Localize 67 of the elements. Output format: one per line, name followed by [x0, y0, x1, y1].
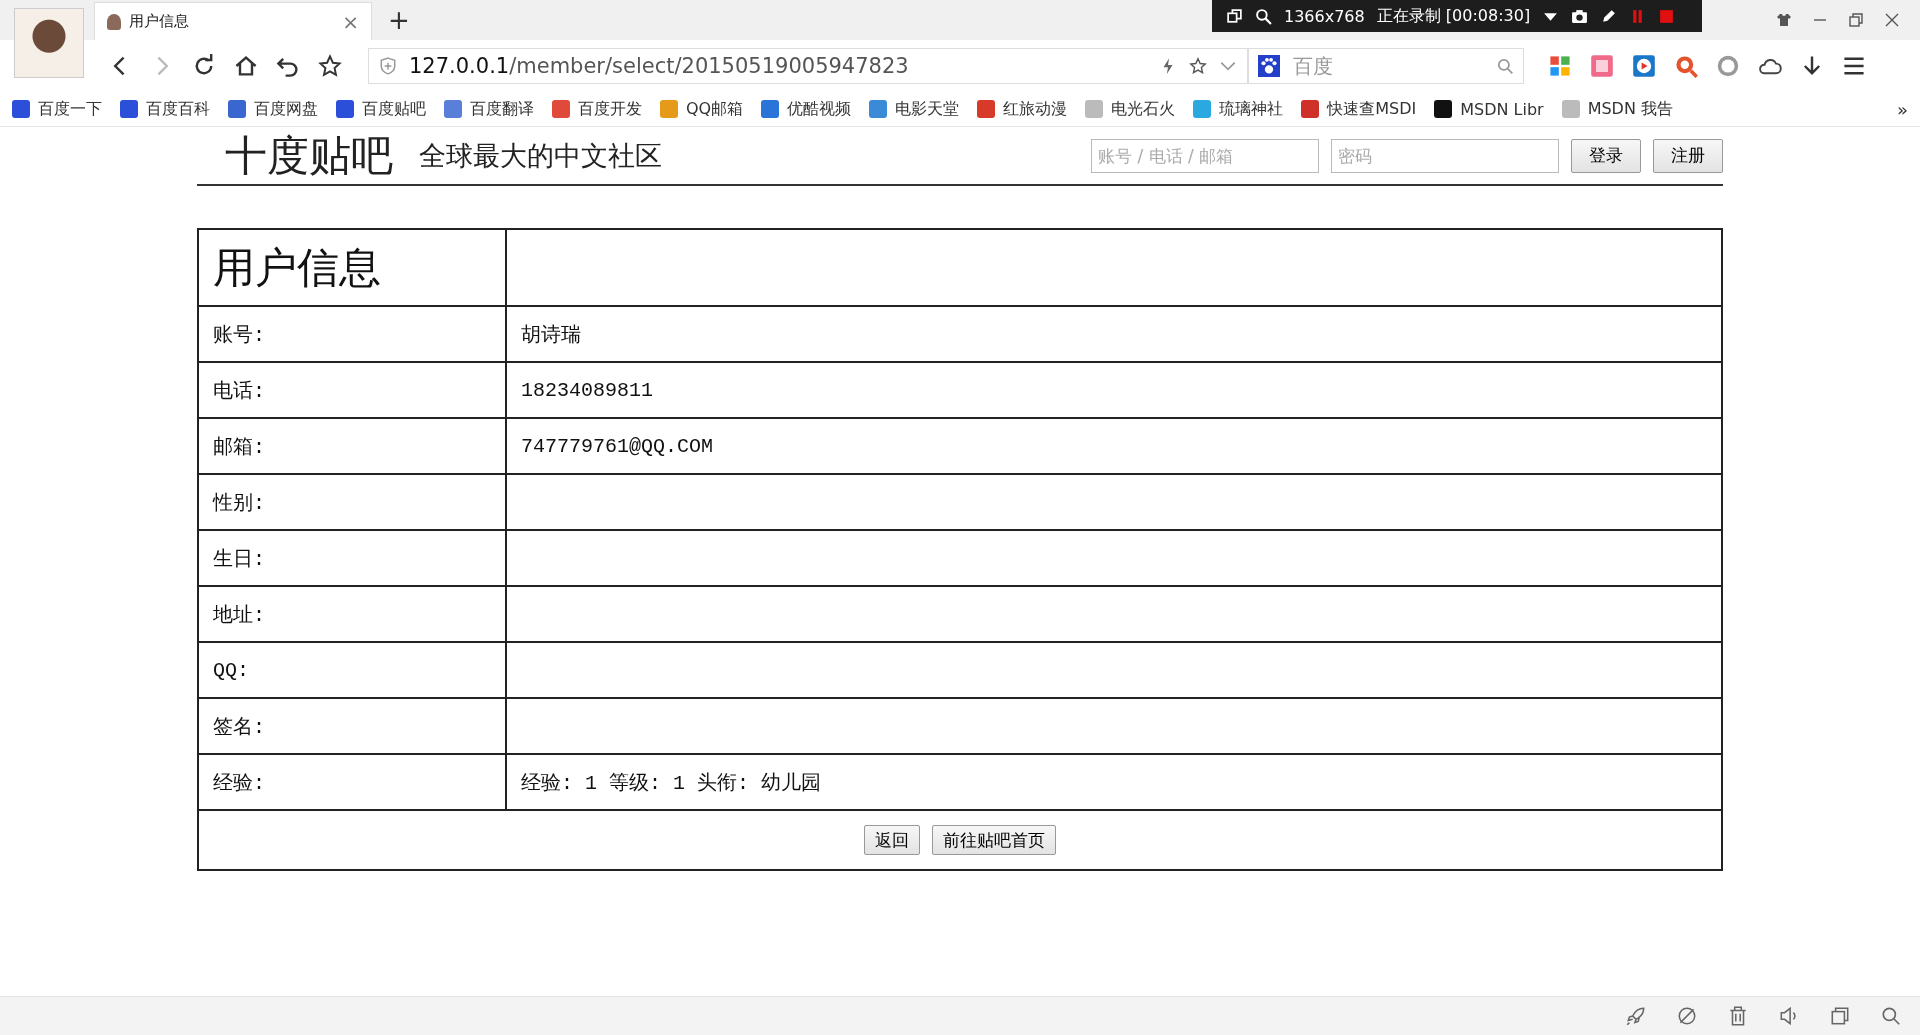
address-bar[interactable]: 127.0.0.1/member/select/20150519005947823: [368, 48, 1248, 84]
bookmark-link[interactable]: 电光石火: [1085, 98, 1176, 120]
field-label: 签名:: [198, 698, 506, 754]
login-button[interactable]: 登录: [1571, 138, 1641, 173]
restore-icon[interactable]: [1848, 12, 1864, 28]
user-avatar-icon[interactable]: [14, 8, 84, 78]
field-label: 电话:: [198, 362, 506, 418]
rocket-icon[interactable]: [1625, 1005, 1647, 1027]
trash-icon[interactable]: [1727, 1005, 1749, 1027]
recording-resolution: 1366x768: [1284, 6, 1365, 26]
bookmark-link[interactable]: 百度百科: [120, 98, 210, 120]
field-label: QQ:: [198, 642, 506, 698]
profile-title: 用户信息: [213, 242, 381, 292]
new-tab-button[interactable]: +: [388, 5, 410, 35]
shield-icon: [379, 57, 397, 75]
field-label: 性别:: [198, 474, 506, 530]
more-bookmarks-button[interactable]: »: [1897, 98, 1908, 120]
circle-icon[interactable]: [1716, 54, 1740, 78]
password-field[interactable]: 密码: [1331, 138, 1559, 173]
bookmark-link[interactable]: QQ邮箱: [660, 98, 744, 120]
field-value: 胡诗瑞: [506, 306, 1722, 362]
account-field[interactable]: 账号 / 电话 / 邮箱: [1091, 138, 1319, 173]
recording-status: 正在录制 [00:08:30]: [1376, 5, 1531, 27]
back-button[interactable]: 返回: [864, 825, 920, 855]
home-icon[interactable]: [234, 54, 258, 78]
bookmark-link[interactable]: 红旅动漫: [977, 98, 1068, 120]
register-button[interactable]: 注册: [1653, 138, 1723, 173]
field-label: 地址:: [198, 586, 506, 642]
browser-tab[interactable]: 用户信息 ×: [94, 2, 372, 40]
bookmark-link[interactable]: 百度开发: [552, 98, 642, 120]
bookmark-link[interactable]: 百度一下: [12, 98, 102, 120]
bookmark-link[interactable]: 百度贴吧: [336, 98, 426, 120]
window-icon[interactable]: [1226, 7, 1243, 25]
magnifier-icon[interactable]: [1674, 54, 1698, 78]
site-logo[interactable]: 十度贴吧: [225, 127, 393, 184]
close-icon[interactable]: [1884, 12, 1900, 28]
field-label: 生日:: [198, 530, 506, 586]
field-label: 账号:: [198, 306, 506, 362]
bookmark-link[interactable]: MSDN Libr: [1434, 99, 1544, 119]
search-icon[interactable]: [1255, 7, 1272, 25]
bookmark-link[interactable]: 百度翻译: [444, 98, 534, 120]
shirt-icon[interactable]: [1776, 12, 1792, 28]
field-value: 18234089811: [506, 362, 1722, 418]
star-icon[interactable]: [1189, 57, 1207, 75]
close-tab-button[interactable]: ×: [342, 9, 359, 34]
bookmark-link[interactable]: MSDN 我告: [1561, 98, 1673, 120]
bookmark-link[interactable]: 琉璃神社: [1193, 98, 1284, 120]
tab-favicon-icon: [107, 13, 121, 30]
bookmark-link[interactable]: 快速查MSDI: [1301, 98, 1417, 120]
camera-icon[interactable]: [1571, 7, 1589, 25]
field-value: 经验: 1 等级: 1 头衔: 幼儿园: [506, 754, 1722, 810]
tab-title: 用户信息: [129, 12, 189, 31]
bookmark-link[interactable]: 优酷视频: [761, 98, 852, 120]
field-label: 邮箱:: [198, 418, 506, 474]
stop-icon[interactable]: [1658, 7, 1676, 25]
field-label: 经验:: [198, 754, 506, 810]
url-text: 127.0.0.1/member/select/20150519005947823: [409, 54, 909, 78]
site-slogan: 全球最大的中文社区: [419, 138, 662, 173]
bookmark-link[interactable]: 电影天堂: [869, 98, 960, 120]
play-icon[interactable]: [1632, 54, 1656, 78]
field-value: 747779761@QQ.COM: [506, 418, 1722, 474]
tiles-icon[interactable]: [1548, 54, 1572, 78]
star-icon[interactable]: [318, 54, 342, 78]
bookmark-link[interactable]: 百度网盘: [228, 98, 318, 120]
home-page-button[interactable]: 前往贴吧首页: [932, 825, 1056, 855]
pencil-icon[interactable]: [1600, 7, 1618, 25]
search-field[interactable]: 百度: [1248, 48, 1524, 84]
